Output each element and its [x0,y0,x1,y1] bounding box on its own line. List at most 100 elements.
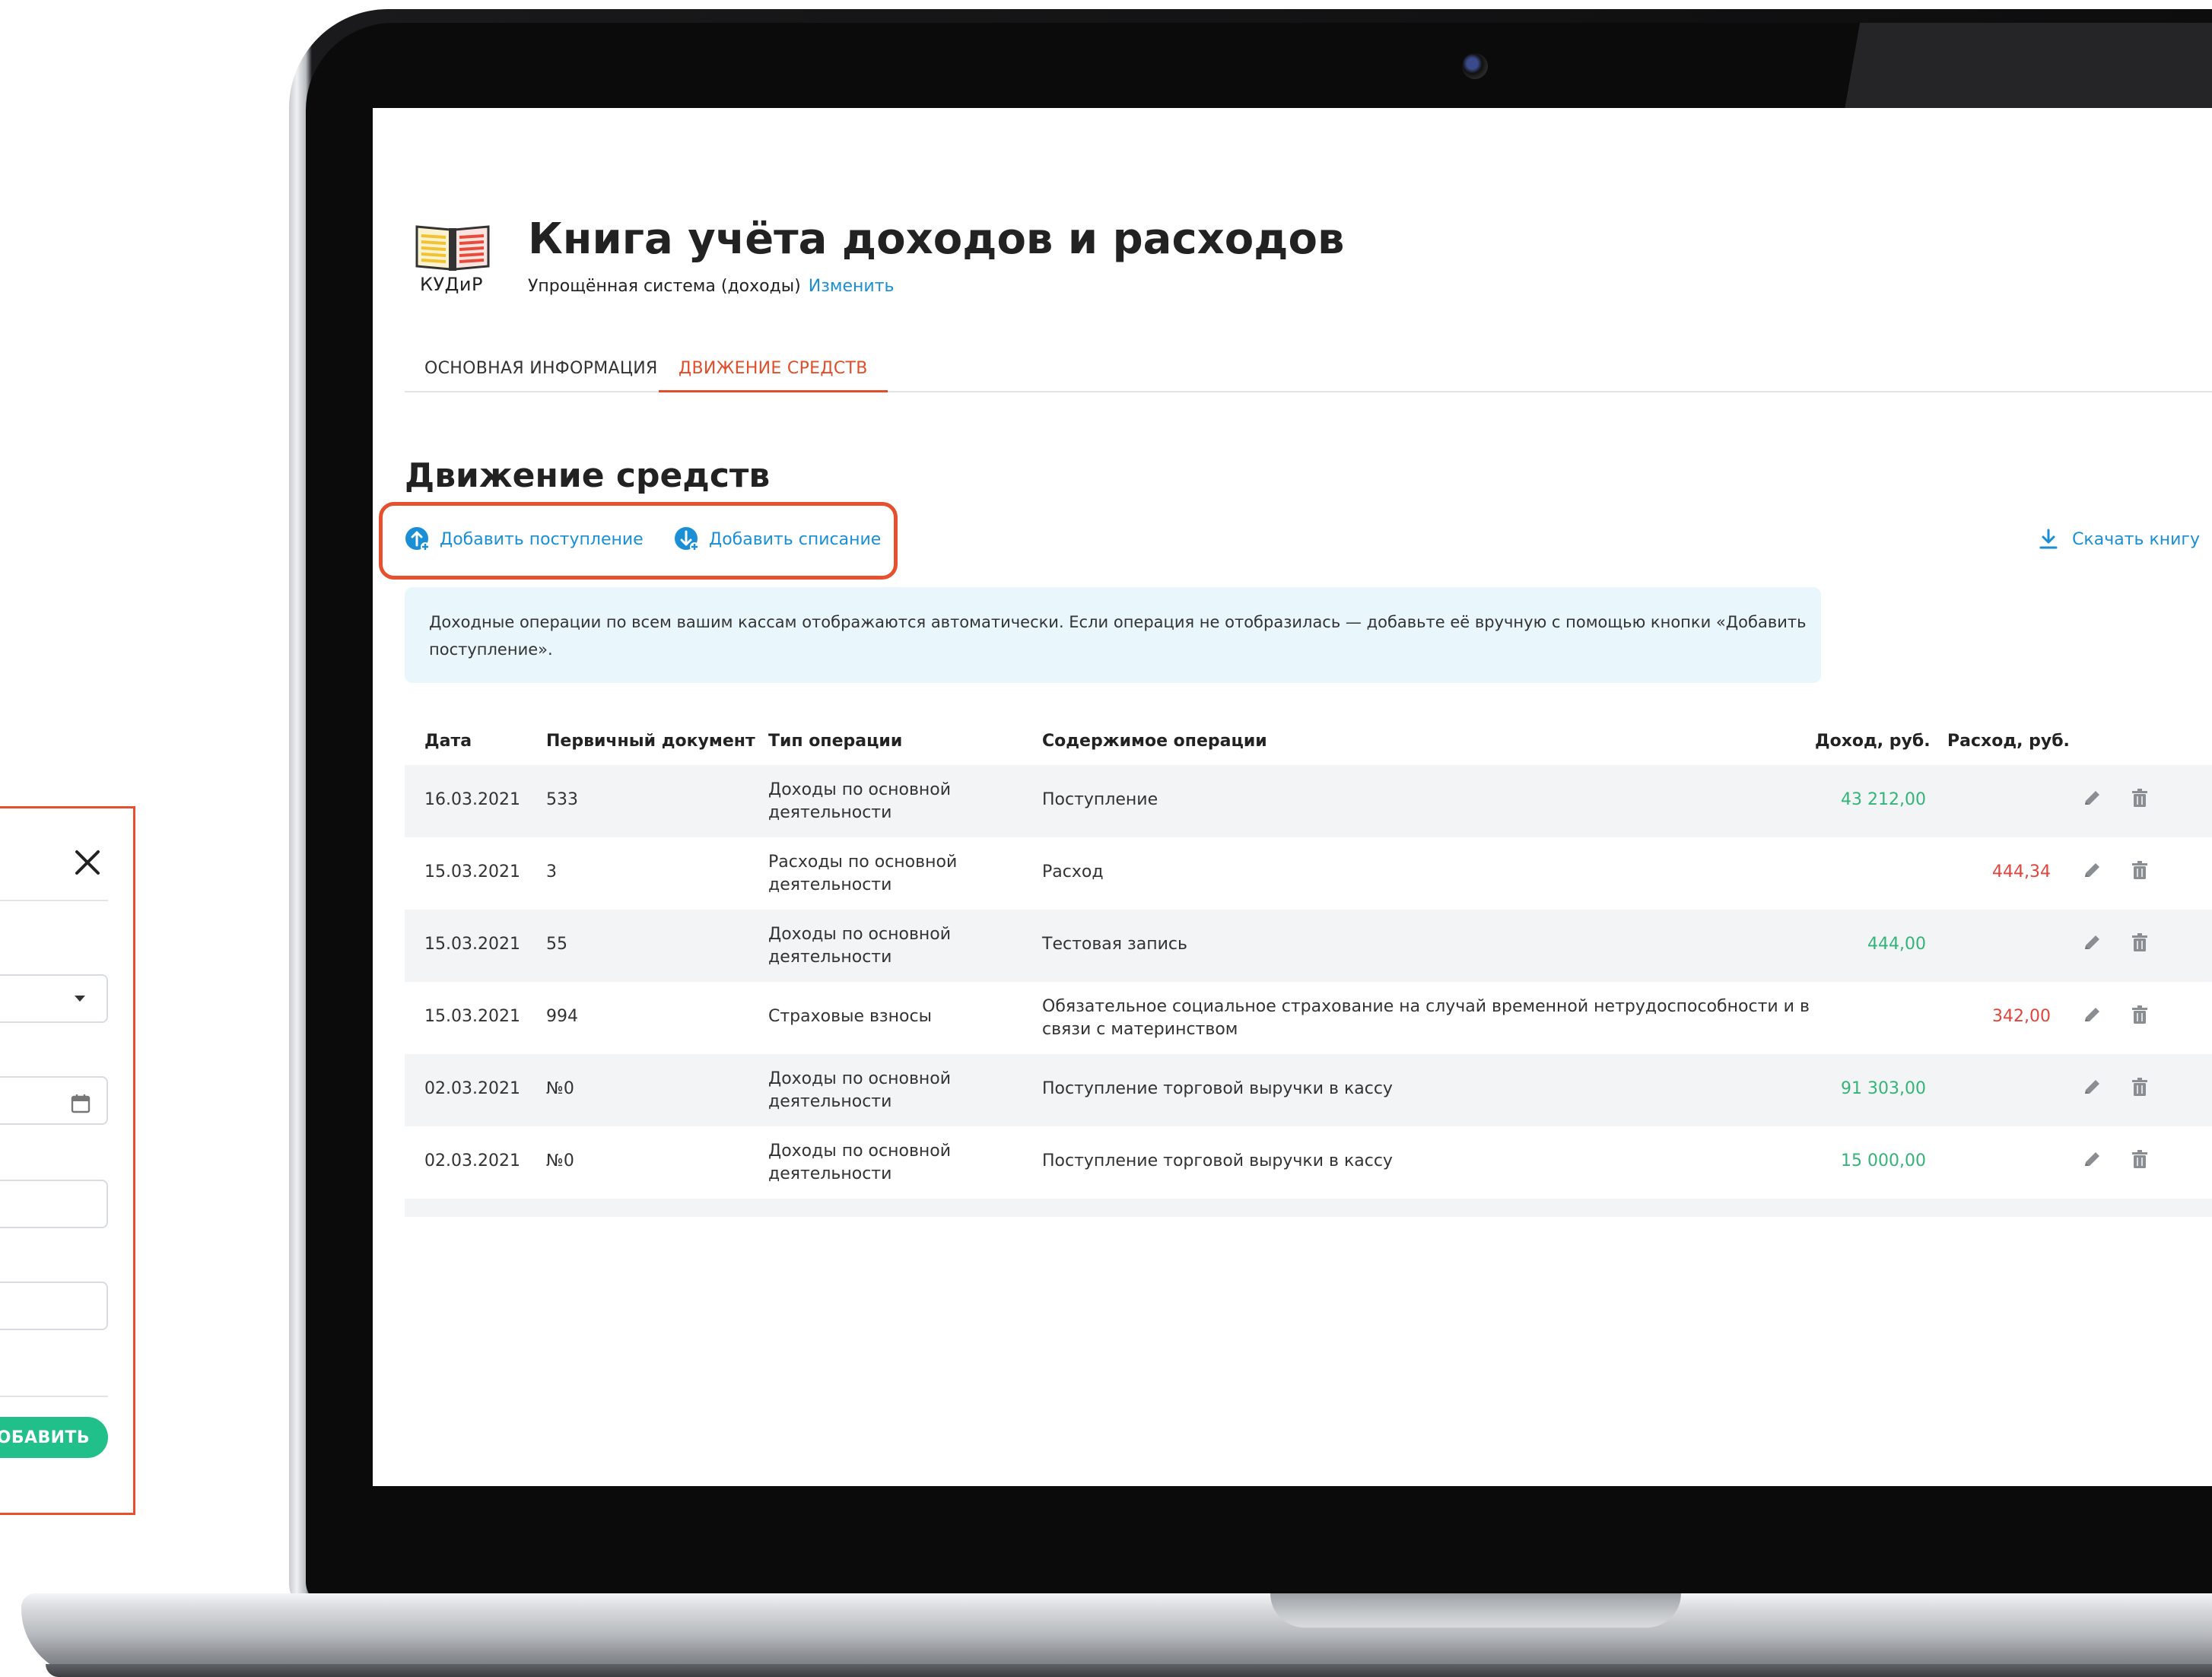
chevron-down-icon [75,996,85,1002]
tab-main-info[interactable]: ОСНОВНАЯ ИНФОРМАЦИЯ [405,351,678,392]
trash-icon[interactable] [2127,786,2153,812]
header-operation-type: Тип операции [768,732,903,751]
row-document: 994 [546,1007,578,1026]
logo-caption: КУДиР [420,274,483,295]
row-income: 444,00 [1867,935,1926,954]
row-operation-type-line-1: Расходы по основной [768,853,958,872]
arrow-up-circle-icon [405,527,430,551]
row-operation-content: Расход [1042,862,1104,881]
row-expense: 444,34 [1992,862,2051,881]
bezel-reflection [1750,23,2212,108]
add-expense-label: Добавить списание [709,529,882,549]
row-operation-type-line-1: Доходы по основной [768,1069,952,1088]
table-row: 02.03.2021 №0 Доходы по основной деятельнос… [405,1054,2212,1126]
row-operation-content: Поступление торговой выручки в кассу [1042,1079,1393,1098]
section-title: Движение средств [405,456,771,495]
laptop-base-edge [46,1664,2212,1677]
tax-system-line: Упрощённая система (доходы) Изменить [528,277,895,296]
trash-icon[interactable] [2127,1002,2153,1028]
row-operation-type-line-2: деятельности [768,875,892,894]
row-date: 02.03.2021 [424,1151,520,1170]
row-income: 15 000,00 [1841,1151,1926,1170]
row-operation-type: Доходы по основной деятельности [768,1140,951,1186]
operation-type-select[interactable] [0,974,108,1023]
row-operation-content: Обязательное социальное страхование на с… [1042,996,1810,1041]
app-screen: КУДиР Книга учёта доходов и расходов Упр… [373,108,2212,1486]
table-row: 15.03.2021 55 Доходы по основной деятельнос… [405,910,2212,982]
row-date: 15.03.2021 [424,862,520,881]
row-document: 55 [546,935,567,954]
info-banner: Доходные операции по всем вашим кассам о… [405,587,1821,683]
table-header: Дата Первичный документ Тип операции Сод… [405,716,2212,765]
add-operation-dialog: ДОБАВИТЬ [0,806,135,1515]
laptop-base-notch [1270,1593,1681,1628]
row-operation-type-line-1: Доходы по основной [768,925,952,944]
calendar-icon[interactable] [70,1093,91,1114]
header-expense: Расход, руб. [1947,732,2070,751]
row-operation-type-line-2: деятельности [768,803,892,822]
trash-icon[interactable] [2127,858,2153,884]
row-operation-content-line-1: Обязательное социальное страхование на с… [1042,997,1810,1016]
table-row: 16.03.2021 533 Доходы по основной деятельно… [405,765,2212,837]
row-operation-type-line-2: деятельности [768,1092,892,1111]
row-date: 16.03.2021 [424,790,520,809]
dialog-footer-divider [0,1396,108,1397]
change-tax-system-link[interactable]: Изменить [809,277,895,296]
row-expense: 342,00 [1992,1007,2051,1026]
row-date: 15.03.2021 [424,1007,520,1026]
row-document: 3 [546,862,557,881]
row-date: 15.03.2021 [424,935,520,954]
row-operation-type-line-2: деятельности [768,948,892,967]
add-income-button[interactable]: Добавить поступление [405,523,644,555]
header-document: Первичный документ [546,732,755,751]
pencil-icon[interactable] [2080,858,2106,884]
table-row: 15.03.2021 994 Страховые взносы Обязательно… [405,982,2212,1054]
trash-icon[interactable] [2127,1075,2153,1101]
tab-cash-flow[interactable]: ДВИЖЕНИЕ СРЕДСТВ [659,351,888,392]
amount-field[interactable] [0,1282,108,1330]
download-book-button[interactable]: Скачать книгу [2037,523,2200,555]
table-row: 15.03.2021 3 Расходы по основной деятельнос… [405,837,2212,910]
header-operation-content: Содержимое операции [1042,732,1267,751]
row-income: 91 303,00 [1841,1079,1926,1098]
table-row: 02.03.2021 №0 Доходы по основной деятельнос… [405,1126,2212,1199]
row-operation-content: Поступление [1042,790,1158,809]
row-operation-type: Страховые взносы [768,1007,932,1026]
row-operation-type-line-1: Доходы по основной [768,780,952,799]
pencil-icon[interactable] [2080,930,2106,956]
row-date: 02.03.2021 [424,1079,520,1098]
dialog-add-button[interactable]: ДОБАВИТЬ [0,1417,108,1458]
dialog-divider [0,900,108,901]
row-operation-type: Расходы по основной деятельности [768,851,957,897]
add-expense-button[interactable]: Добавить списание [674,523,881,555]
page-title: Книга учёта доходов и расходов [528,214,1345,264]
pencil-icon[interactable] [2080,1002,2106,1028]
download-icon [2039,529,2058,549]
row-operation-type: Доходы по основной деятельности [768,923,951,969]
document-number-field[interactable] [0,1180,108,1228]
close-icon[interactable] [70,845,105,880]
pencil-icon[interactable] [2080,1147,2106,1173]
date-field[interactable] [0,1076,108,1125]
row-operation-type-line-1: Доходы по основной [768,1142,952,1161]
webcam [1462,53,1488,79]
add-income-label: Добавить поступление [440,529,644,549]
arrow-down-circle-icon [675,527,699,551]
pencil-icon[interactable] [2080,1075,2106,1101]
row-operation-content: Тестовая запись [1042,935,1187,954]
row-operation-content: Поступление торговой выручки в кассу [1042,1151,1393,1170]
table-footer [405,1199,2212,1217]
pencil-icon[interactable] [2080,786,2106,812]
row-operation-content-line-2: связи с материнством [1042,1020,1238,1039]
row-operation-type-line-2: деятельности [768,1164,892,1183]
tax-system-text: Упрощённая система (доходы) [528,277,801,296]
row-income: 43 212,00 [1841,790,1926,809]
info-text-line-2: поступление». [429,640,553,659]
header-income: Доход, руб. [1815,732,1931,751]
row-operation-type: Доходы по основной деятельности [768,1068,951,1113]
header-date: Дата [424,732,472,751]
operations-table: Дата Первичный документ Тип операции Сод… [405,716,2212,1217]
row-document: 533 [546,790,578,809]
trash-icon[interactable] [2127,930,2153,956]
trash-icon[interactable] [2127,1147,2153,1173]
